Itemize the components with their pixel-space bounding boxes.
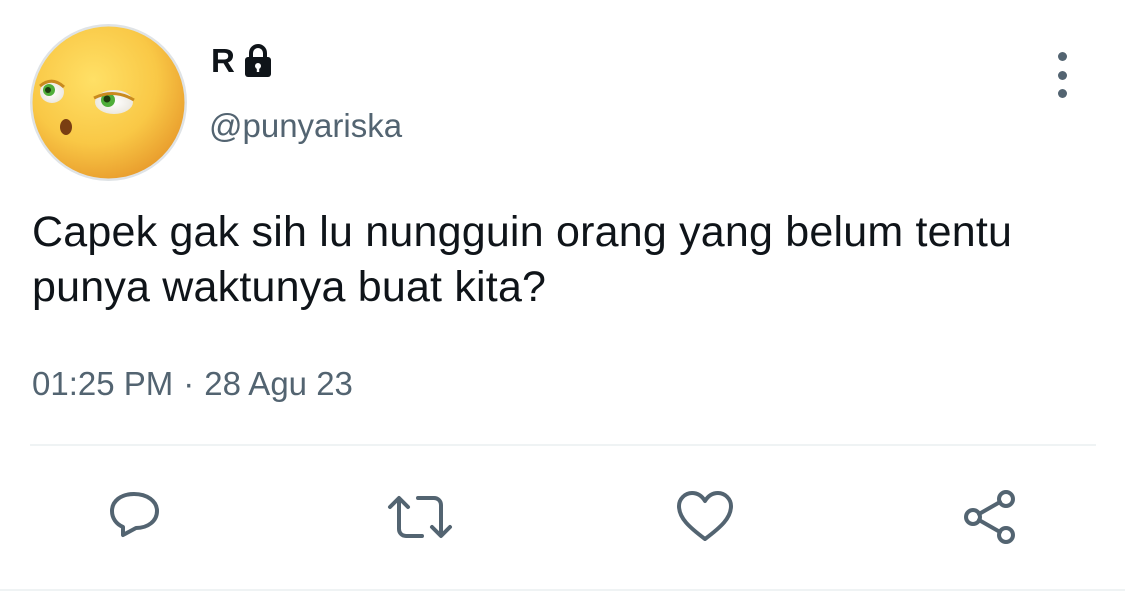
action-bar: [0, 482, 1125, 552]
tweet-time: 01:25 PM: [32, 365, 174, 402]
share-icon: [964, 490, 1015, 544]
lock-icon: [244, 44, 271, 77]
tweet-text: Capek gak sih lu nungguin orang yang bel…: [32, 208, 1013, 311]
tweet-timestamp[interactable]: 01:25 PM · 28 Agu 23: [32, 364, 353, 404]
heart-icon: [677, 491, 733, 541]
share-button[interactable]: [955, 482, 1025, 552]
author-name-row: R: [211, 42, 273, 80]
meta-separator: ·: [183, 365, 195, 402]
rolling-eyes-emoji-icon: [30, 24, 187, 181]
more-vertical-icon: [1057, 52, 1067, 61]
divider: [30, 444, 1096, 446]
avatar[interactable]: [30, 24, 187, 181]
display-name[interactable]: R: [211, 42, 235, 80]
like-button[interactable]: [670, 482, 740, 552]
more-vertical-icon: [1057, 70, 1067, 80]
more-options-button[interactable]: [1040, 52, 1084, 98]
bottom-divider: [0, 589, 1125, 591]
author-handle[interactable]: @punyariska: [209, 106, 402, 146]
tweet-card: R @punyariska Capek gak sih lu nungguin …: [0, 0, 1125, 609]
retweet-button[interactable]: [385, 482, 455, 552]
retweet-icon: [388, 496, 452, 538]
more-vertical-icon: [1057, 89, 1067, 98]
tweet-date: 28 Agu 23: [204, 365, 353, 402]
reply-button[interactable]: [100, 482, 170, 552]
reply-icon: [110, 492, 159, 537]
